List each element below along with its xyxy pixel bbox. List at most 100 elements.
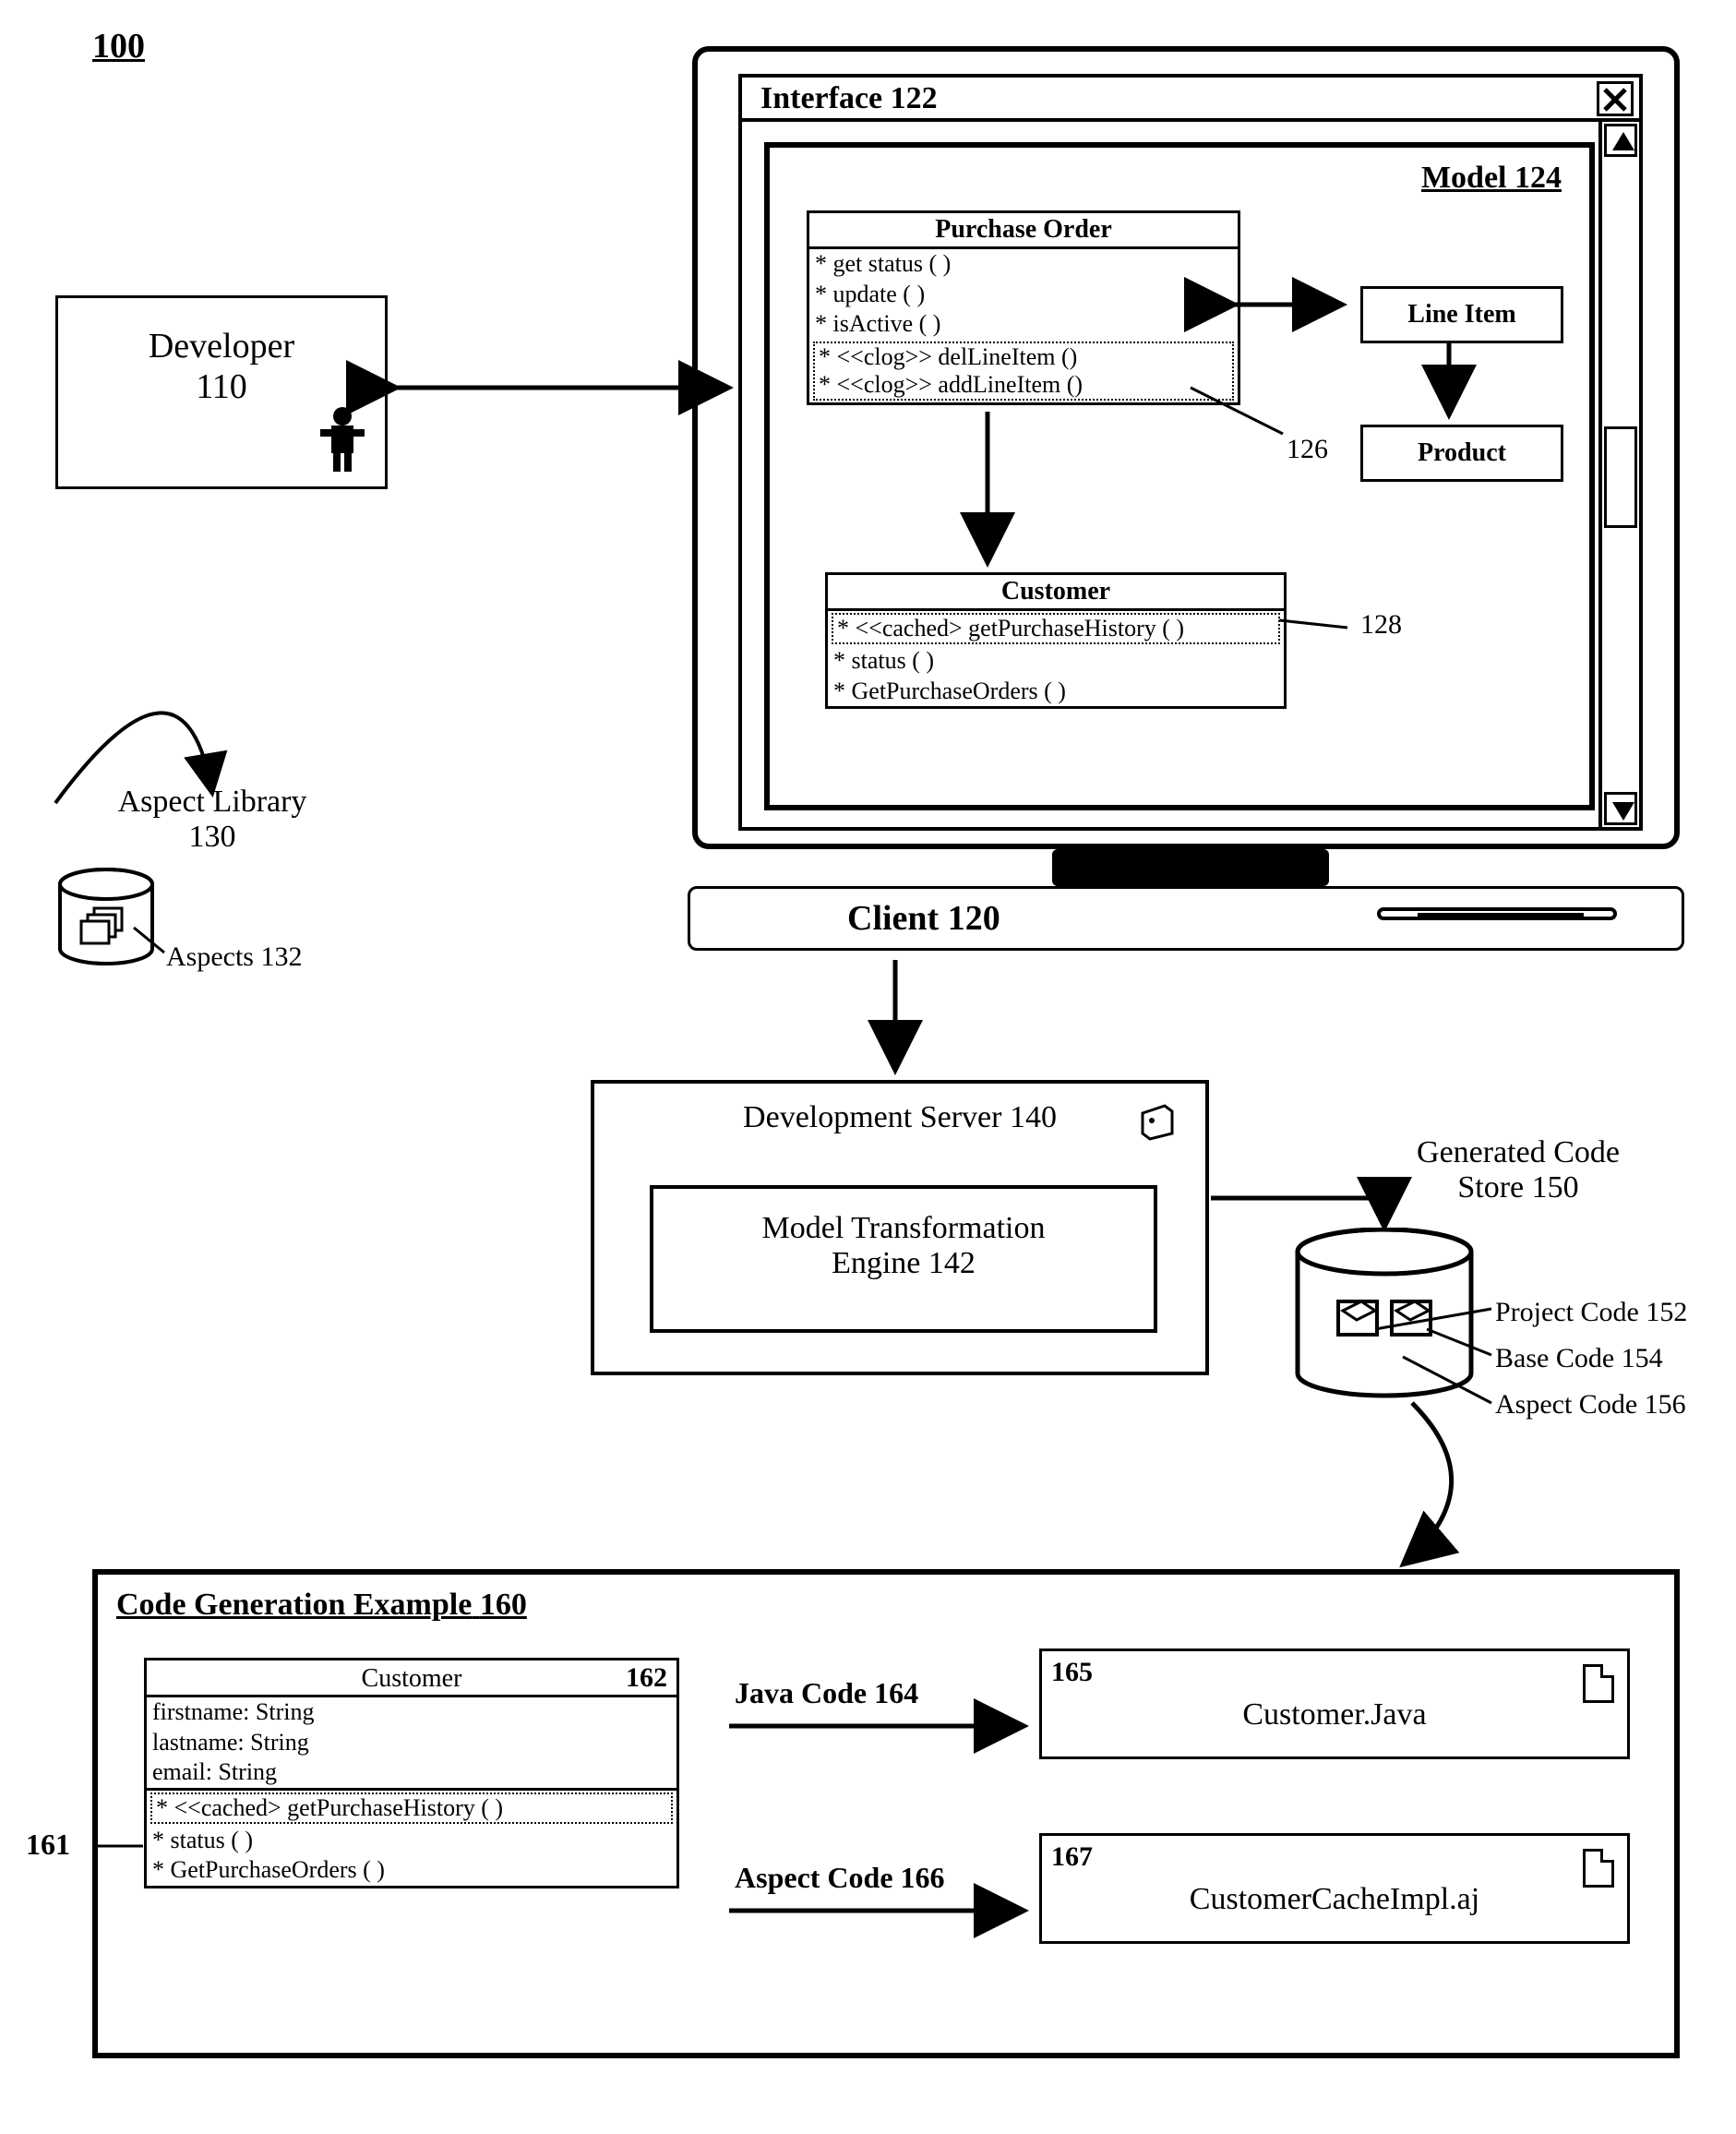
aspect-code-ex-ref: 166 — [901, 1861, 945, 1894]
store-ref: 150 — [1532, 1170, 1579, 1205]
client-ref: 120 — [948, 899, 1000, 938]
client-label-line: Client 120 — [847, 898, 1000, 939]
aspect-code-ex-label: Aspect Code — [735, 1861, 893, 1894]
customer-aspect: * <<cached> getPurchaseHistory ( ) — [832, 613, 1280, 644]
scroll-thumb[interactable] — [1604, 426, 1637, 528]
ref-165: 165 — [1051, 1657, 1093, 1688]
interface-label: Interface — [760, 81, 882, 115]
aspect-library-ref: 130 — [189, 820, 236, 854]
po-method-2: * isActive ( ) — [809, 309, 1238, 340]
scroll-down-icon[interactable] — [1604, 792, 1637, 825]
customer-title: Customer — [828, 575, 1284, 611]
customer-method-0: * status ( ) — [828, 646, 1284, 677]
attr-1: lastname: String — [147, 1728, 676, 1758]
person-icon — [317, 405, 368, 474]
ref-162: 162 — [626, 1662, 667, 1694]
engine-line: Model Transformation Engine 142 — [653, 1211, 1154, 1281]
customer-162-method-1: * GetPurchaseOrders ( ) — [147, 1855, 676, 1886]
store-db-icon — [1292, 1228, 1477, 1403]
file-165-box: 165 Customer.Java — [1039, 1648, 1630, 1759]
ref-126: 126 — [1287, 434, 1328, 465]
java-code-ref: 164 — [874, 1676, 918, 1709]
purchase-order-title: Purchase Order — [809, 213, 1238, 249]
document-icon — [1583, 1664, 1614, 1703]
aspect-library-db-icon — [55, 868, 157, 969]
file-167-name: CustomerCacheImpl.aj — [1042, 1882, 1627, 1917]
server-icon — [1137, 1100, 1178, 1141]
scrollbar[interactable] — [1598, 122, 1639, 827]
aspect-code-ex-line: Aspect Code 166 — [735, 1861, 945, 1895]
figure-ref: 100 — [92, 26, 145, 66]
aspect-code-line: Aspect Code 156 — [1495, 1389, 1686, 1421]
base-code-ref: 154 — [1622, 1343, 1663, 1373]
po-method-0: * get status ( ) — [809, 249, 1238, 280]
base-code-label: Base Code — [1495, 1343, 1614, 1373]
customer-162-title: Customer — [147, 1664, 676, 1694]
example-ref: 160 — [480, 1588, 527, 1622]
purchase-order-class: Purchase Order * get status ( ) * update… — [807, 210, 1240, 405]
cd-slot-icon — [1377, 907, 1617, 920]
model-ref: 124 — [1515, 161, 1562, 195]
dev-server-label: Development Server — [743, 1100, 1001, 1134]
example-title: Code Generation Example — [116, 1588, 472, 1622]
file-167-box: 167 CustomerCacheImpl.aj — [1039, 1833, 1630, 1944]
aspect-library-label-line: Aspect Library 130 — [74, 785, 351, 855]
customer-162-method-0: * status ( ) — [147, 1826, 676, 1856]
developer-ref: 110 — [196, 367, 247, 406]
engine-ref: 142 — [928, 1246, 976, 1280]
product-box: Product — [1360, 425, 1563, 482]
file-165-name: Customer.Java — [1042, 1697, 1627, 1732]
customer-class: Customer * <<cached> getPurchaseHistory … — [825, 572, 1287, 709]
store-label2: Store — [1457, 1170, 1524, 1205]
client-monitor-stand — [1052, 849, 1329, 886]
store-label1: Generated Code — [1417, 1135, 1620, 1169]
close-icon[interactable] — [1597, 81, 1634, 116]
ref-161: 161 — [26, 1828, 70, 1862]
attr-0: firstname: String — [147, 1697, 676, 1728]
customer-method-1: * GetPurchaseOrders ( ) — [828, 677, 1284, 707]
customer-162-box: Customer 162 firstname: String lastname:… — [144, 1658, 679, 1888]
dev-server-ref: 140 — [1010, 1100, 1057, 1134]
product-title: Product — [1418, 438, 1506, 467]
model-title-line: Model 124 — [1421, 161, 1562, 196]
dev-server-box: Development Server 140 Model Transformat… — [591, 1080, 1209, 1375]
model-label: Model — [1421, 161, 1507, 195]
interface-ref: 122 — [891, 81, 938, 115]
document-icon — [1583, 1849, 1614, 1888]
client-base: Client 120 — [688, 886, 1684, 951]
store-label-line: Generated Code Store 150 — [1361, 1135, 1675, 1205]
java-code-label: Java Code — [735, 1676, 867, 1709]
aspects-ref: 132 — [260, 941, 302, 972]
ref-167: 167 — [1051, 1841, 1093, 1873]
aspect-code-label: Aspect Code — [1495, 1389, 1637, 1420]
base-code-line: Base Code 154 — [1495, 1343, 1663, 1374]
interface-titlebar: Interface 122 — [742, 78, 1639, 122]
aspect-code-ref: 156 — [1645, 1389, 1686, 1420]
java-code-line: Java Code 164 — [735, 1676, 918, 1710]
line-item-box: Line Item — [1360, 286, 1563, 343]
dev-server-title-line: Development Server 140 — [594, 1100, 1205, 1135]
interface-window: Interface 122 Model 124 Purchase Order — [738, 74, 1643, 831]
po-aspect-1: * <<clog>> addLineItem () — [819, 371, 1228, 399]
po-method-1: * update ( ) — [809, 280, 1238, 310]
project-code-line: Project Code 152 — [1495, 1297, 1687, 1328]
model-box: Model 124 Purchase Order * get status ( … — [764, 142, 1595, 810]
example-box: Code Generation Example 160 Customer 162… — [92, 1569, 1680, 2058]
transformation-engine-box: Model Transformation Engine 142 — [650, 1185, 1157, 1333]
engine-label1: Model Transformation — [762, 1211, 1046, 1245]
engine-label2: Engine — [832, 1246, 920, 1280]
aspects-label: Aspects — [166, 941, 254, 972]
customer-162-aspect: * <<cached> getPurchaseHistory ( ) — [150, 1792, 673, 1824]
client-label: Client — [847, 899, 939, 938]
developer-box: Developer 110 — [55, 295, 388, 489]
aspects-line: Aspects 132 — [166, 941, 302, 973]
diagram-canvas: 100 Developer 110 Client 120 — [0, 0, 1736, 2134]
ref-128: 128 — [1360, 609, 1402, 641]
example-title-line: Code Generation Example 160 — [116, 1588, 527, 1623]
attr-2: email: String — [147, 1757, 676, 1791]
interface-title-line: Interface 122 — [760, 81, 938, 116]
scroll-up-icon[interactable] — [1604, 124, 1637, 157]
developer-label: Developer — [149, 327, 294, 366]
aspect-library-label: Aspect Library — [118, 785, 307, 819]
line-item-title: Line Item — [1407, 300, 1515, 329]
